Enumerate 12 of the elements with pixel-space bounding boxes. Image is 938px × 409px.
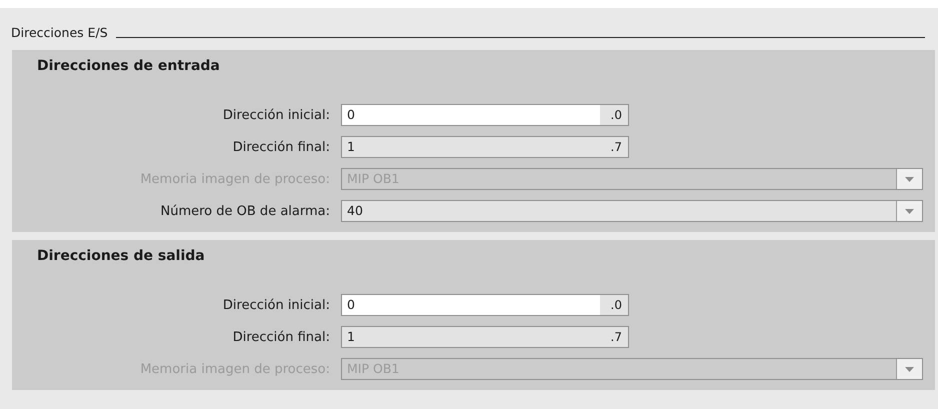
- dropdown-arrow-icon: [905, 208, 914, 214]
- dropdown-arrow-icon: [905, 176, 914, 182]
- group-title: Direcciones de entrada: [36, 58, 221, 76]
- field-label: Número de OB de alarma:: [160, 204, 331, 218]
- field-label: Dirección inicial:: [222, 298, 331, 312]
- section-title: Direcciones E/S: [10, 25, 108, 42]
- field-label: Dirección final:: [232, 140, 331, 154]
- dropdown[interactable]: 40: [341, 200, 923, 222]
- field-label: Dirección inicial:: [222, 108, 331, 122]
- group-title: Direcciones de salida: [36, 248, 206, 266]
- field-label: Dirección final:: [232, 330, 331, 344]
- dropdown-arrow-icon: [905, 366, 914, 372]
